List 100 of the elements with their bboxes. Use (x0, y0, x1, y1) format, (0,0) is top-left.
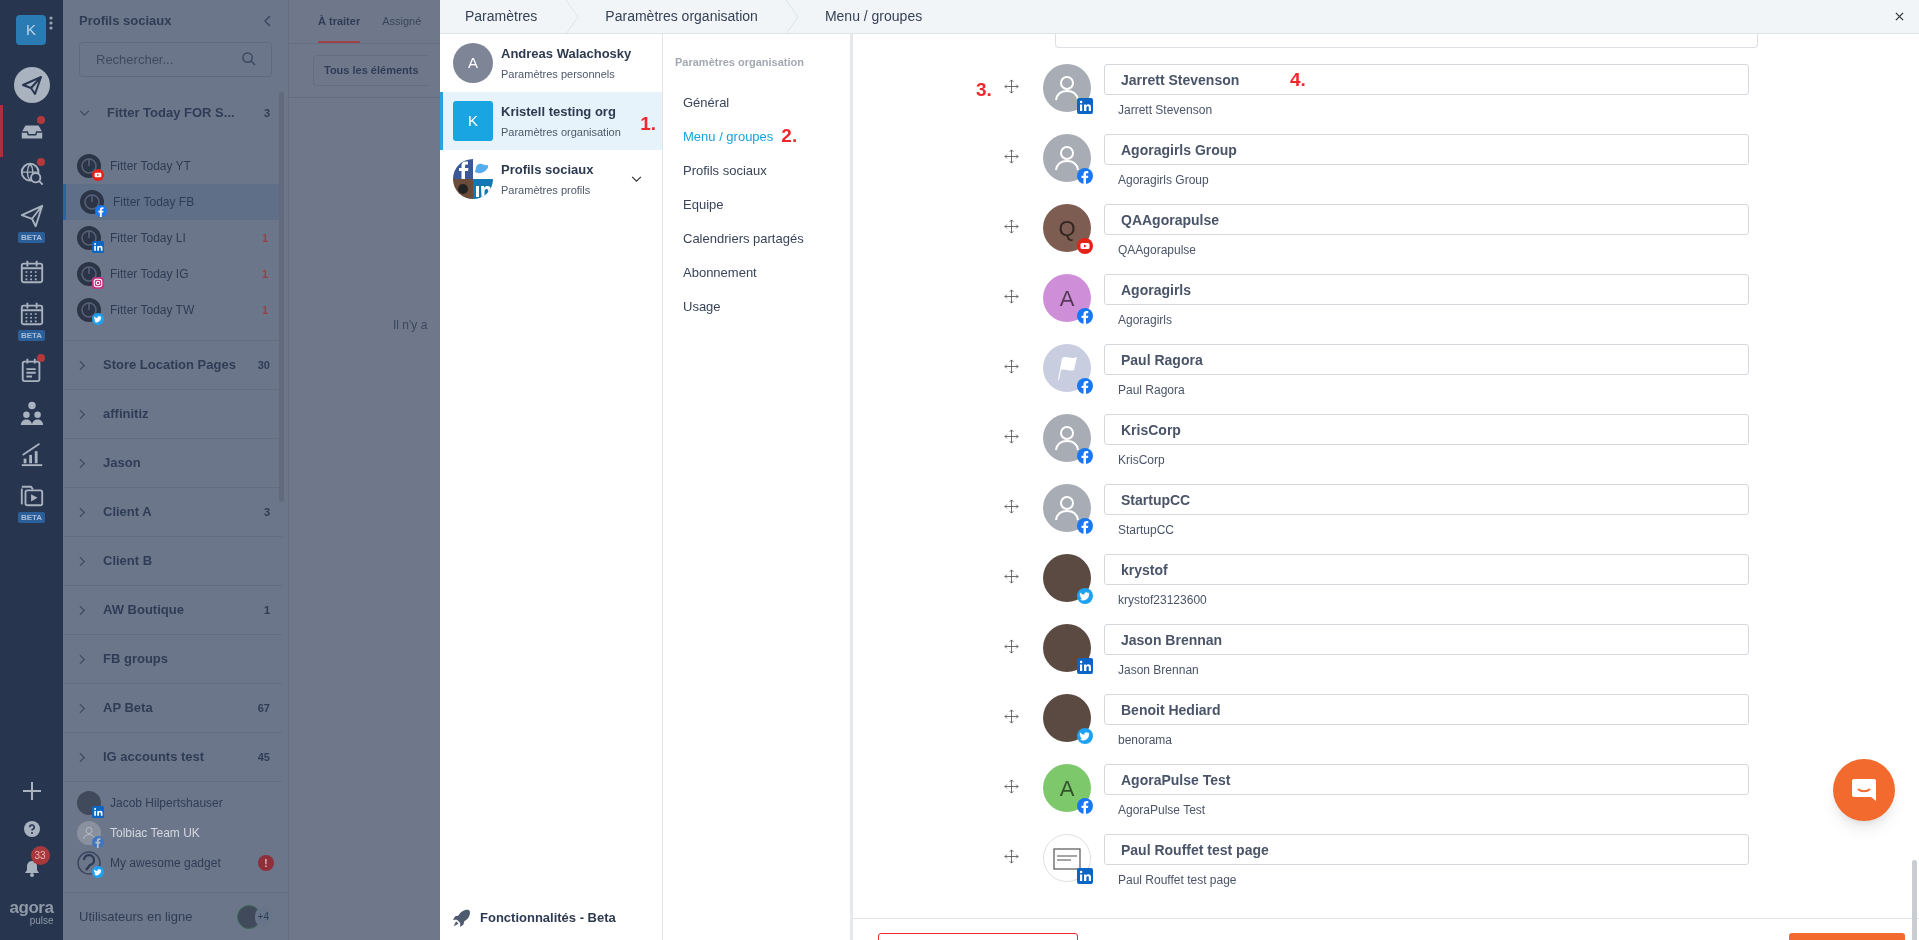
calendar-icon[interactable] (18, 259, 45, 285)
account-subtitle: Paramètres personnels (501, 67, 616, 82)
name-field[interactable]: Agoragirls Group (1104, 134, 1749, 165)
plus-icon[interactable] (21, 781, 42, 801)
account-subtitle: Paramètres profils (501, 183, 592, 198)
annotation-number: 2. (781, 124, 798, 149)
chevron-down-icon[interactable] (631, 175, 642, 183)
menu-item[interactable]: Général (683, 92, 730, 113)
profile-handle: krystof23123600 (1117, 592, 1208, 609)
name-field[interactable]: QAAgorapulse (1104, 204, 1749, 235)
profile-name: Fitter Today LI (110, 230, 187, 247)
close-icon[interactable] (1895, 12, 1904, 21)
globe-search-icon[interactable] (18, 161, 45, 187)
name-field[interactable]: Agoragirls (1104, 274, 1749, 305)
group-label: FB groups (103, 650, 169, 669)
rocket-icon (452, 909, 470, 927)
breadcrumb-item[interactable]: Paramètres (440, 6, 567, 27)
drag-handle-icon[interactable] (1004, 429, 1019, 444)
profile-count: 1 (261, 266, 268, 282)
facebook-icon (1077, 378, 1093, 394)
menu-item[interactable]: Calendriers partagés (683, 228, 804, 249)
drag-handle-icon[interactable] (1004, 79, 1019, 94)
group-label: AP Beta (103, 699, 154, 718)
account-name: Profils sociaux (501, 160, 594, 179)
group-count: 3 (263, 105, 270, 121)
chat-button[interactable] (1833, 759, 1895, 821)
group-label: Client B (103, 552, 154, 571)
group-count: 45 (257, 749, 270, 765)
name-field[interactable]: Paul Rouffet test page (1104, 834, 1749, 865)
drag-handle-icon[interactable] (1004, 499, 1019, 514)
name-field[interactable]: Benoit Hediard (1104, 694, 1749, 725)
search-icon (242, 52, 256, 66)
profile-name: Jacob Hilpertshauser (110, 795, 224, 812)
instagram-icon (92, 277, 104, 289)
drag-handle-icon[interactable] (1004, 569, 1019, 584)
name-field[interactable]: KrisCorp (1104, 414, 1749, 445)
profile-handle: StartupCC (1117, 522, 1176, 539)
letter-avatar: A (453, 43, 493, 83)
menu-item[interactable]: Profils sociaux (683, 160, 767, 181)
menu-item[interactable]: Usage (683, 296, 721, 317)
drag-handle-icon[interactable] (1004, 359, 1019, 374)
paper-plane-icon[interactable] (18, 203, 45, 229)
twitter-icon (1077, 728, 1093, 744)
calendar-icon[interactable] (18, 301, 45, 327)
beta-features-link[interactable]: Fonctionnalités - Beta (480, 908, 616, 928)
profile-handle: benorama (1117, 732, 1174, 749)
profile-handle: AgoraPulse Test (1117, 802, 1207, 819)
facebook-icon (95, 205, 107, 217)
youtube-icon (92, 169, 104, 181)
profile-handle: Jason Brennan (1117, 662, 1200, 679)
account-item[interactable]: K Kristell testing org Paramètres organisation 1. (440, 92, 662, 150)
linkedin-icon (92, 241, 104, 253)
facebook-icon (92, 836, 104, 848)
profile-count: 1 (261, 302, 268, 318)
text-field[interactable] (1055, 34, 1758, 48)
name-field[interactable]: Paul Ragora (1104, 344, 1749, 375)
profile-item[interactable]: My awesome gadget ! (63, 848, 288, 878)
facebook-icon (1077, 518, 1093, 534)
drag-handle-icon[interactable] (1004, 639, 1019, 654)
name-field[interactable]: StartupCC (1104, 484, 1749, 515)
user-avatar (77, 821, 101, 845)
drag-handle-icon[interactable] (1004, 149, 1019, 164)
drag-handle-icon[interactable] (1004, 219, 1019, 234)
flag-avatar (1043, 344, 1091, 392)
annotation-number: 3. (976, 78, 992, 102)
name-field[interactable]: krystof (1104, 554, 1749, 585)
alert-badge: ! (258, 855, 274, 871)
menu-item[interactable]: Equipe (683, 194, 724, 215)
linkedin-icon (1077, 658, 1093, 674)
profile-handle: QAAgorapulse (1117, 242, 1198, 259)
photo-placeholder (1043, 624, 1091, 672)
breadcrumb-item[interactable]: Paramètres organisation (579, 6, 786, 27)
chat-icon (1851, 777, 1877, 803)
name-field[interactable]: Jason Brennan (1104, 624, 1749, 655)
facebook-icon (1077, 308, 1093, 324)
paper-plane-icon[interactable] (13, 67, 50, 103)
help-icon[interactable] (23, 821, 40, 837)
menu-item[interactable]: Abonnement (683, 262, 757, 283)
people-icon[interactable] (18, 399, 45, 425)
profile-handle: Paul Rouffet test page (1117, 872, 1238, 889)
name-field[interactable]: AgoraPulse Test (1104, 764, 1749, 795)
social-networks-icon (453, 159, 493, 199)
group-label: Fitter Today FOR S... (107, 104, 236, 123)
drag-handle-icon[interactable] (1004, 709, 1019, 724)
group-label: Jason (103, 454, 142, 473)
online-users-label: Utilisateurs en ligne (79, 907, 193, 926)
more-icon[interactable] (49, 15, 53, 30)
account-item[interactable]: Profils sociaux Paramètres profils (440, 150, 662, 208)
account-item[interactable]: A Andreas Walachosky Paramètres personnels (440, 34, 662, 92)
linkedin-icon (1077, 868, 1093, 884)
drag-handle-icon[interactable] (1004, 289, 1019, 304)
drag-handle-icon[interactable] (1004, 849, 1019, 864)
drag-handle-icon[interactable] (1004, 779, 1019, 794)
video-folder-icon[interactable] (18, 483, 45, 509)
breadcrumb-item[interactable]: Menu / groupes (798, 6, 951, 27)
group-label: AW Boutique (103, 601, 185, 620)
scrollbar[interactable] (1912, 860, 1917, 940)
group-count: 3 (263, 504, 270, 520)
profile-name: Fitter Today YT (110, 158, 192, 175)
youtube-icon (1077, 238, 1093, 254)
